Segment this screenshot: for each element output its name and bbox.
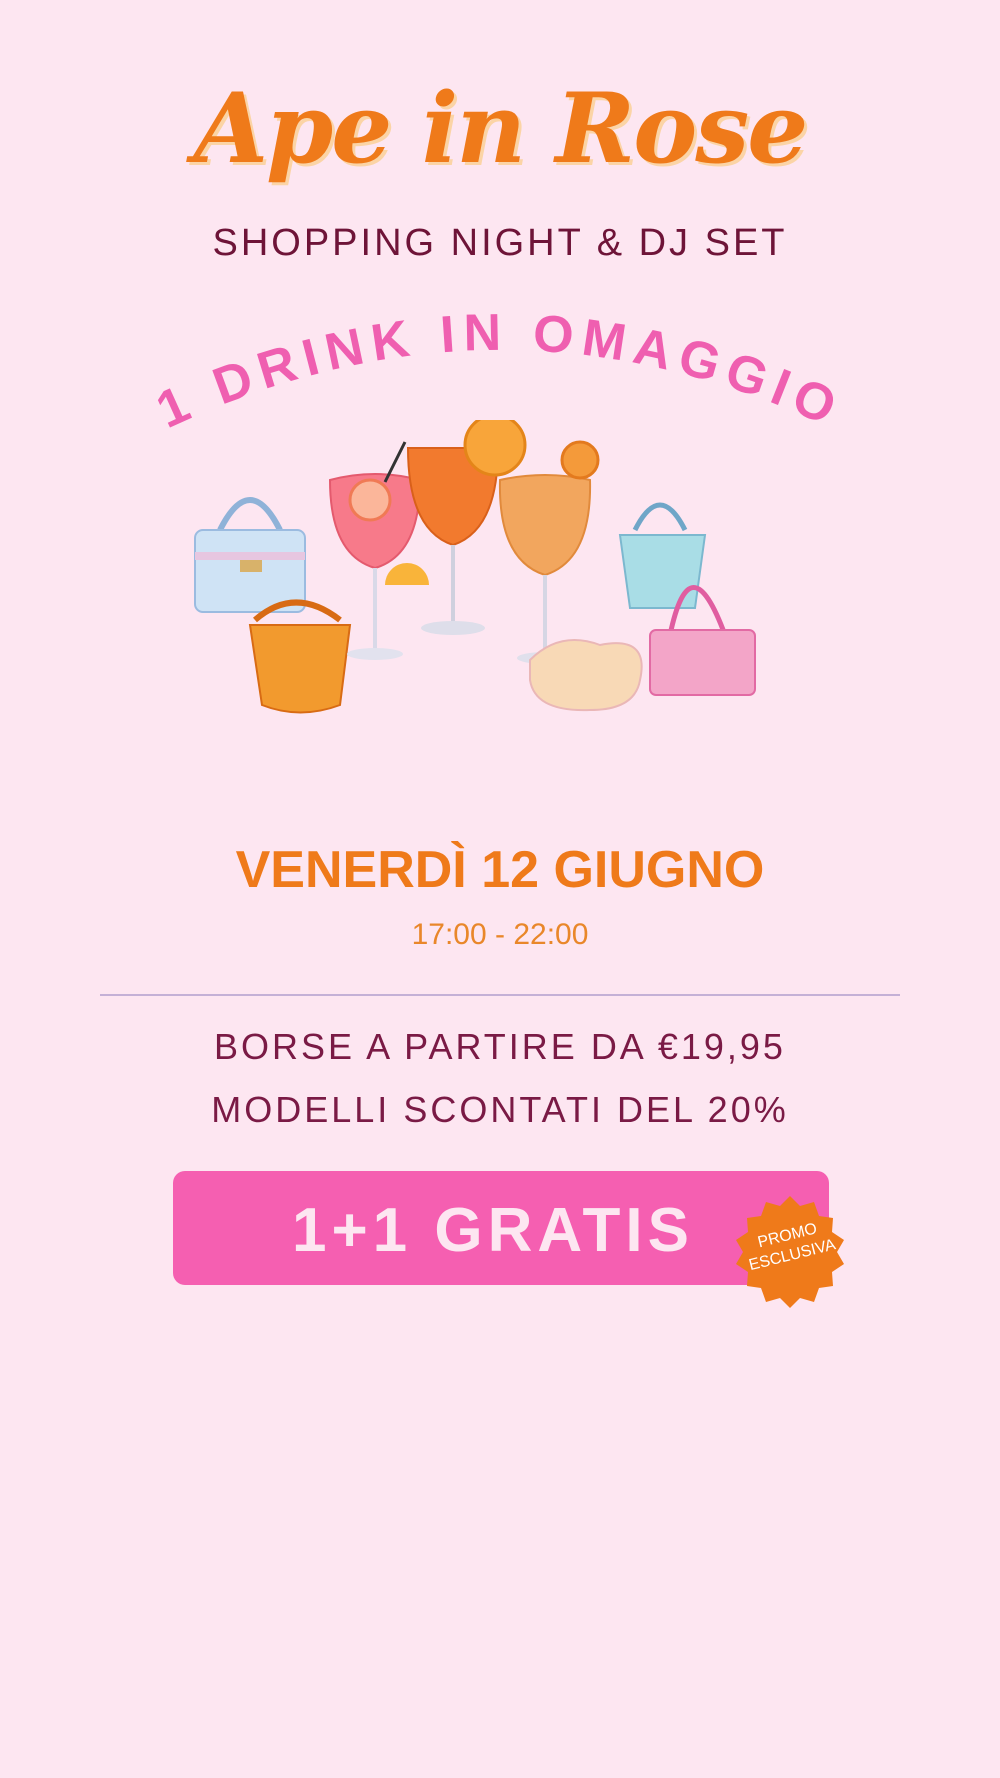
offer-price-line: BORSE A PARTIRE DA €19,95 xyxy=(214,1026,786,1067)
event-time: 17:00 - 22:00 xyxy=(411,918,589,951)
event-date: VENERDÌ 12 GIUGNO xyxy=(235,841,765,899)
event-title: Ape in Rose xyxy=(193,72,809,185)
promo-badge: PROMO ESCLUSIVA xyxy=(730,1190,850,1310)
orange-spritz-glass-icon xyxy=(498,440,600,664)
pink-pouch-bag-icon xyxy=(529,639,643,712)
bags-and-cocktails-illustration xyxy=(194,420,756,714)
blue-tote-bag-icon xyxy=(618,502,707,609)
promo-button-label: 1+1 GRATIS xyxy=(291,1196,695,1265)
orange-bucket-bag-icon xyxy=(248,599,352,714)
event-subtitle: SHOPPING NIGHT & DJ SET xyxy=(212,222,788,264)
section-divider xyxy=(100,994,900,996)
offer-discount-line: MODELLI SCONTATI DEL 20% xyxy=(211,1089,789,1130)
blue-handbag-icon xyxy=(194,497,306,613)
